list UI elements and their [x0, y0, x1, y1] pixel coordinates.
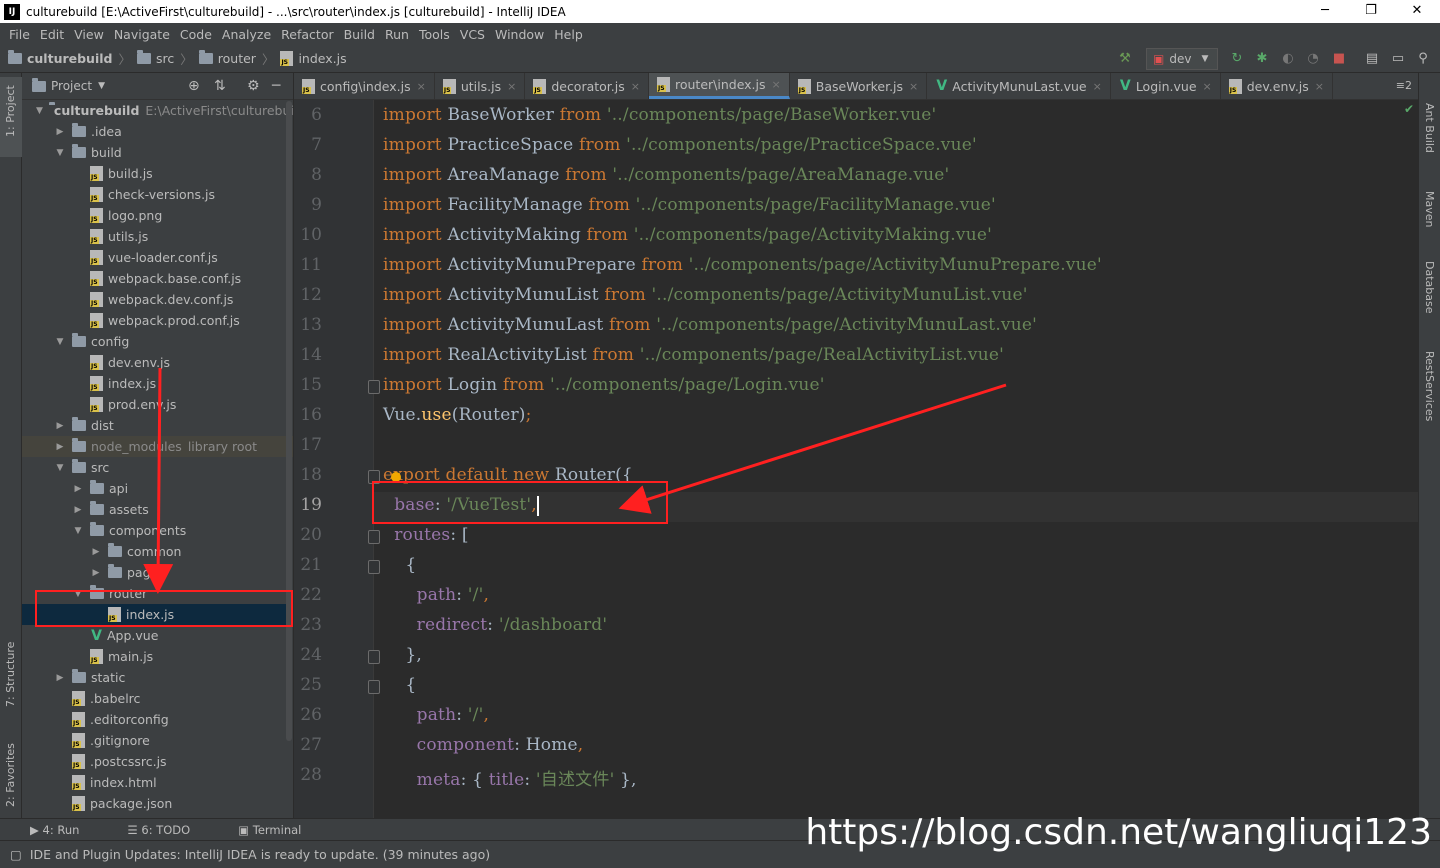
annotation-arrow-left	[618, 383, 1007, 514]
watermark-text: https://blog.csdn.net/wangliuqi123	[805, 812, 1432, 853]
annotation-arrow-down	[143, 367, 174, 594]
annotation-arrows	[143, 367, 1007, 594]
